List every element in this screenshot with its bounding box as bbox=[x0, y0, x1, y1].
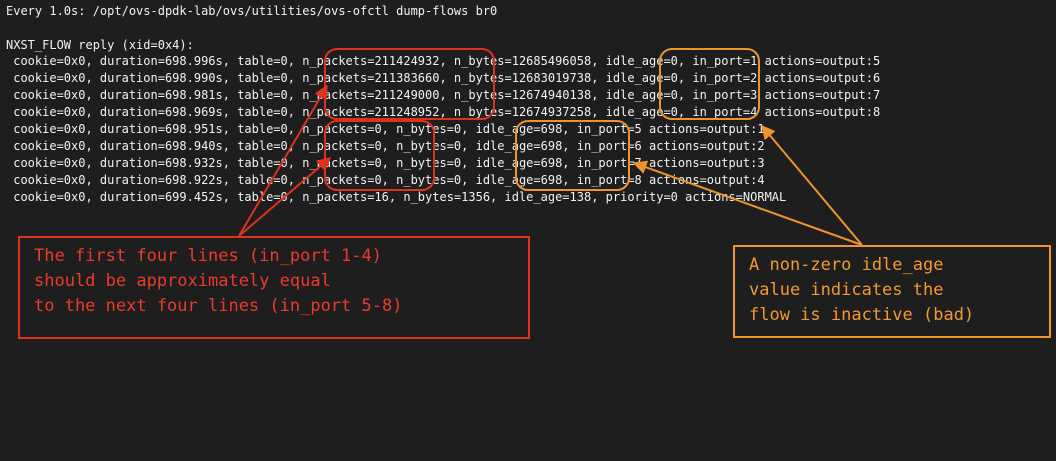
flow-line: cookie=0x0, duration=698.940s, table=0, … bbox=[6, 139, 765, 153]
flow-line: cookie=0x0, duration=698.932s, table=0, … bbox=[6, 156, 765, 170]
watch-command-header: Every 1.0s: /opt/ovs-dpdk-lab/ovs/utilit… bbox=[6, 4, 498, 18]
annotation-note-red: The first four lines (in_port 1-4) shoul… bbox=[18, 236, 530, 339]
flow-line: cookie=0x0, duration=699.452s, table=0, … bbox=[6, 190, 787, 204]
flow-reply-header: NXST_FLOW reply (xid=0x4): bbox=[6, 38, 194, 52]
flow-line: cookie=0x0, duration=698.969s, table=0, … bbox=[6, 105, 881, 119]
flow-line: cookie=0x0, duration=698.922s, table=0, … bbox=[6, 173, 765, 187]
flow-line: cookie=0x0, duration=698.951s, table=0, … bbox=[6, 122, 765, 136]
flow-line: cookie=0x0, duration=698.990s, table=0, … bbox=[6, 71, 881, 85]
flow-line: cookie=0x0, duration=698.996s, table=0, … bbox=[6, 54, 881, 68]
annotation-note-orange: A non-zero idle_age value indicates the … bbox=[733, 245, 1051, 338]
terminal-window[interactable]: Every 1.0s: /opt/ovs-dpdk-lab/ovs/utilit… bbox=[0, 0, 1056, 461]
orange-arrow bbox=[761, 124, 863, 246]
flow-line: cookie=0x0, duration=698.981s, table=0, … bbox=[6, 88, 881, 102]
